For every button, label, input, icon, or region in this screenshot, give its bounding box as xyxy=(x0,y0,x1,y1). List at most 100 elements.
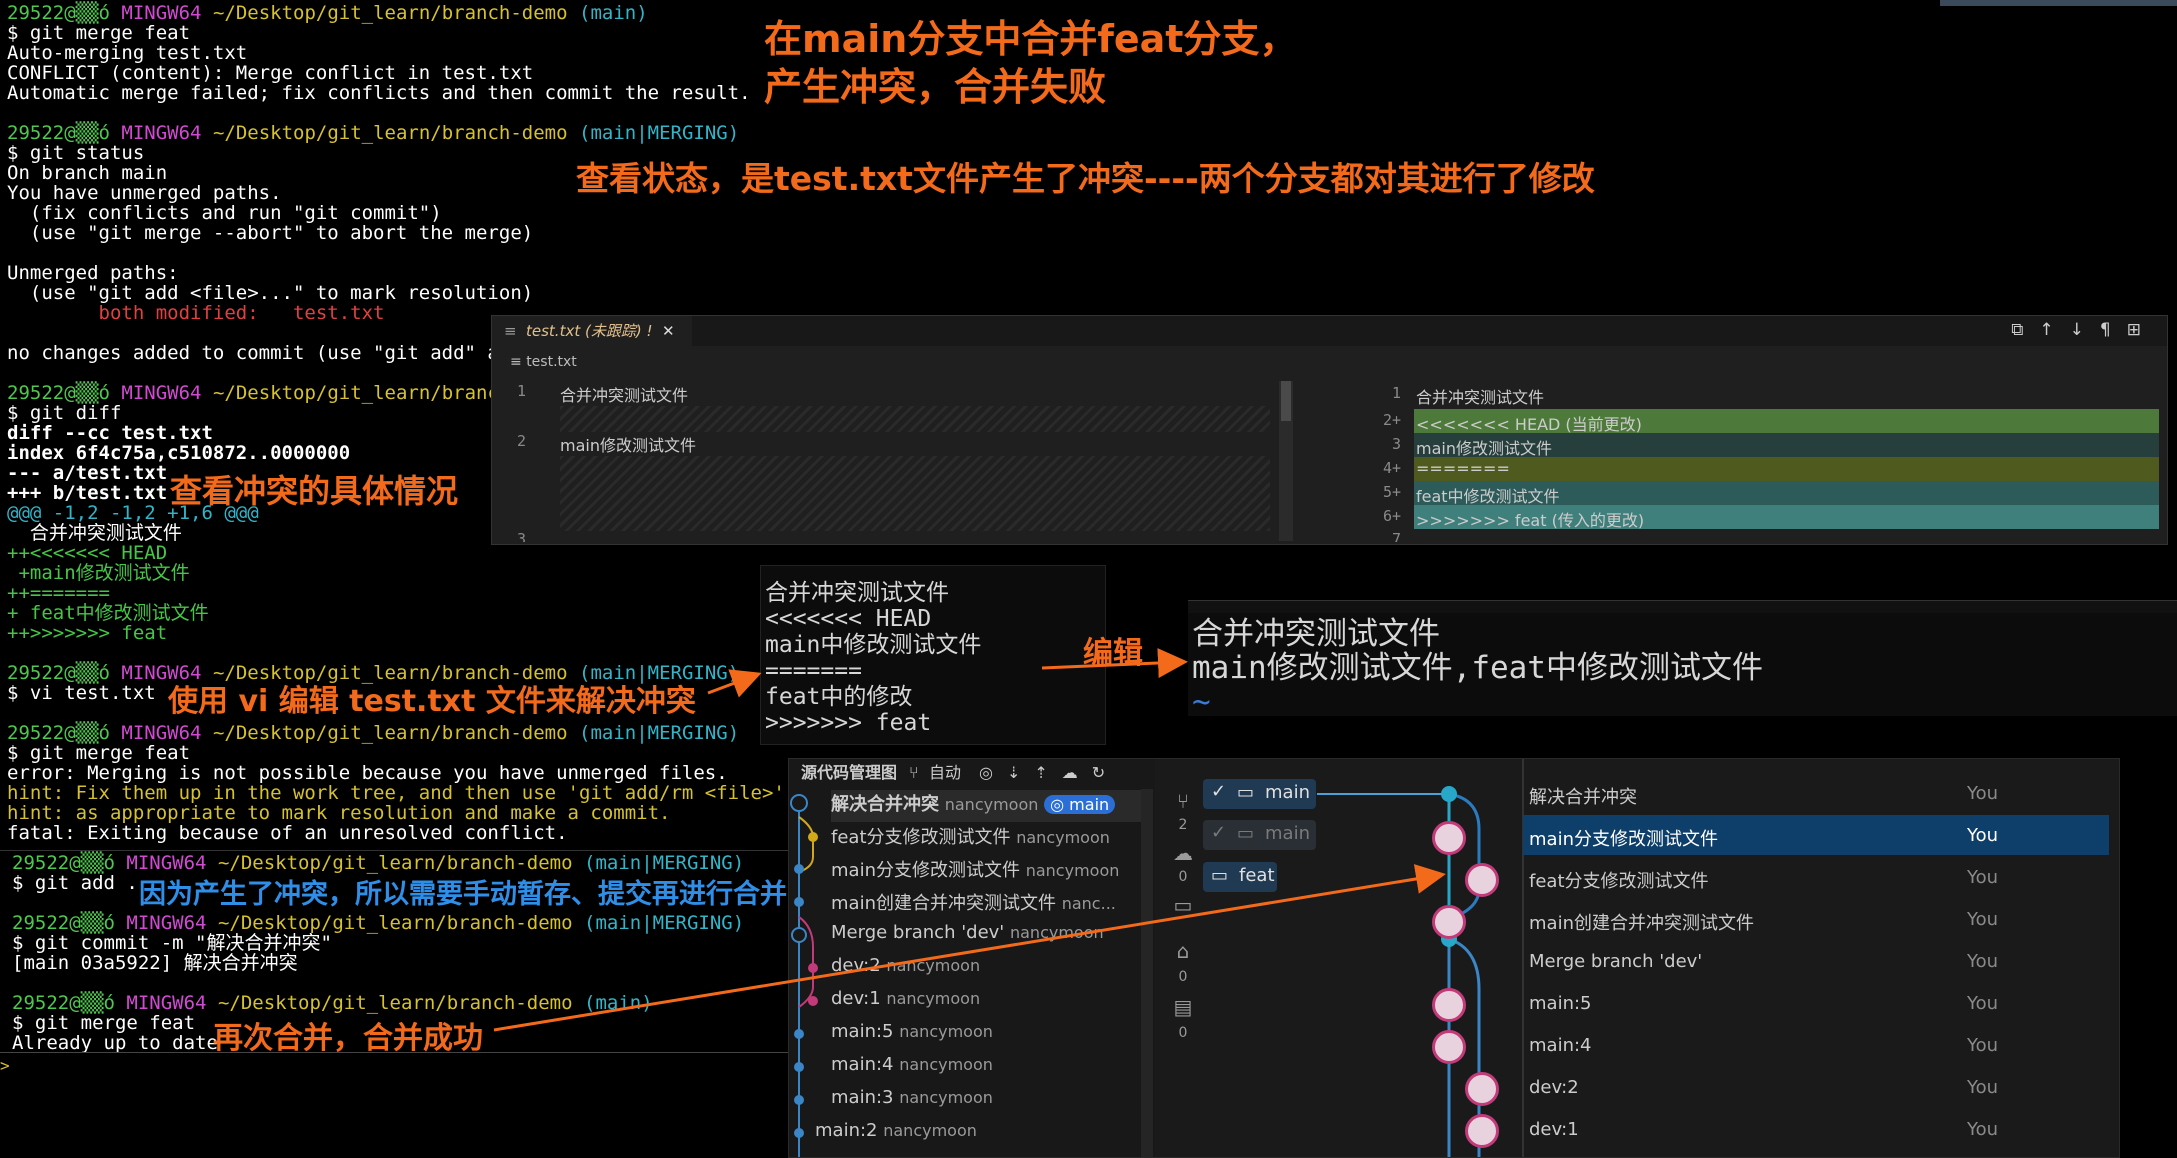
code-line: feat中修改测试文件 xyxy=(1416,487,1560,506)
output-line: no changes added to commit (use "git add… xyxy=(7,342,511,364)
code-line: main修改测试文件 xyxy=(1416,439,1552,458)
graph-row-selected[interactable]: main分支修改测试文件 You xyxy=(1523,815,2109,855)
output-line: Automatic merge failed; fix conflicts an… xyxy=(7,82,751,104)
close-icon[interactable]: ✕ xyxy=(662,316,675,346)
vi-line: >>>>>>> feat xyxy=(765,710,932,736)
diff-line: ++<<<<<<< HEAD xyxy=(7,542,168,564)
diff-editor[interactable]: ≡ test.txt (未跟踪) ! ✕ ⧉↑↓¶⊞ ≡ test.txt 1 … xyxy=(491,315,2168,545)
output-line: Auto-merging test.txt xyxy=(7,42,248,64)
prompt-line: 29522@▒▒ó MINGW64 ~/Desktop/git_learn/br… xyxy=(12,852,745,874)
breadcrumb[interactable]: ≡ test.txt xyxy=(510,354,577,370)
annotation-merge-success: 再次合并，合并成功 xyxy=(213,1021,483,1056)
diff-header: --- a/test.txt xyxy=(7,462,168,484)
breadcrumb-file: test.txt xyxy=(526,354,577,370)
annotation-diff: 查看冲突的具体情况 xyxy=(170,472,459,510)
output-line: (use "git merge --abort" to abort the me… xyxy=(7,222,534,244)
line-number: 2+ xyxy=(1382,411,1401,429)
annotation-vi: 使用 vi 编辑 test.txt 文件来解决冲突 xyxy=(168,684,696,719)
diff-line: ++>>>>>>> feat xyxy=(7,622,168,644)
diff-line: 合并冲突测试文件 xyxy=(7,522,182,544)
prompt-line: 29522@▒▒ó MINGW64 ~/Desktop/git_learn/br… xyxy=(12,992,653,1014)
hint-line: hint: Fix them up in the work tree, and … xyxy=(7,782,785,804)
graph-row[interactable]: dev:2 You xyxy=(1529,1067,2109,1107)
command-line: $ git commit -m "解决合并冲突" xyxy=(12,932,332,954)
vi-tilde: ~ xyxy=(1192,684,1211,720)
line-number: 3 xyxy=(1391,435,1401,453)
vi-line: ======= xyxy=(765,658,862,684)
graph-row[interactable]: feat分支修改测试文件 You xyxy=(1529,857,2109,897)
avatar xyxy=(1432,1030,1466,1064)
arrow-down-icon[interactable]: ↓ xyxy=(2070,320,2100,340)
editor-tab[interactable]: ≡ test.txt (未跟踪) ! ✕ xyxy=(492,316,692,346)
avatar xyxy=(1432,821,1466,855)
diff-line: +main修改测试文件 xyxy=(7,562,190,584)
code-line: main修改测试文件 xyxy=(560,436,696,455)
menu-icon: ≡ xyxy=(510,354,527,370)
output-line: Unmerged paths: xyxy=(7,262,179,284)
command-line: $ git merge feat xyxy=(7,742,191,764)
annotation-stage-commit: 因为产生了冲突，所以需要手动暂存、提交再进行合并 xyxy=(139,879,787,910)
diff-header: diff --cc test.txt xyxy=(7,422,213,444)
vi-line: main修改测试文件,feat中修改测试文件 xyxy=(1192,650,1763,686)
code-line: 合并冲突测试文件 xyxy=(1416,388,1545,407)
graph-row[interactable]: main创建合并冲突测试文件 You xyxy=(1529,899,2109,939)
output-line: CONFLICT (content): Merge conflict in te… xyxy=(7,62,534,84)
vi-line: feat中的修改 xyxy=(765,684,913,710)
tab-label: test.txt (未跟踪) ! xyxy=(526,322,653,340)
vi-buffer-before[interactable]: 合并冲突测试文件 <<<<<<< HEAD main中修改测试文件 ======… xyxy=(760,565,1106,745)
vi-buffer-after[interactable]: 合并冲突测试文件 main修改测试文件,feat中修改测试文件 ~ xyxy=(1188,600,2177,720)
code-line: 合并冲突测试文件 xyxy=(560,386,689,405)
line-number: 1 xyxy=(1391,384,1401,402)
annotation-edit: 编辑 xyxy=(1083,636,1143,671)
diff-line: + feat中修改测试文件 xyxy=(7,602,209,624)
diff-line: ++======= xyxy=(7,582,110,604)
diff-highlight xyxy=(1414,457,2159,481)
line-number: 1 xyxy=(516,382,526,400)
scrollbar[interactable] xyxy=(1279,381,1293,541)
line-number: 4+ xyxy=(1382,459,1401,477)
arrow-up-icon[interactable]: ↑ xyxy=(2039,320,2069,340)
diff-header: index 6f4c75a,c510872..0000000 xyxy=(7,442,351,464)
editor-toolbar: ⧉↑↓¶⊞ xyxy=(2011,320,2157,340)
menu-icon: ≡ xyxy=(504,322,517,340)
avatar xyxy=(1432,905,1466,939)
book-icon[interactable]: ⊞ xyxy=(2127,320,2157,340)
line-number: 6+ xyxy=(1382,507,1401,525)
prompt-line: 29522@▒▒ó MINGW64 ~/Desktop/git_learn/br… xyxy=(7,722,740,744)
command-line: $ git merge feat xyxy=(7,22,191,44)
prompt-line: 29522@▒▒ó MINGW64 ~/Desktop/git_learn/br… xyxy=(7,382,511,404)
line-number: 7 xyxy=(1391,530,1401,542)
command-line: $ git diff xyxy=(7,402,122,424)
graph-row[interactable]: main:4 You xyxy=(1529,1025,2109,1065)
graph-row[interactable]: Merge branch 'dev' You xyxy=(1529,941,2109,981)
open-file-icon[interactable]: ⧉ xyxy=(2011,320,2039,340)
fatal-line: fatal: Exiting because of an unresolved … xyxy=(7,822,568,844)
code-line: >>>>>>> feat (传入的更改) xyxy=(1416,511,1645,530)
vi-line: 合并冲突测试文件 xyxy=(765,580,949,606)
diff-header: +++ b/test.txt xyxy=(7,482,168,504)
vi-line: main中修改测试文件 xyxy=(765,632,982,658)
whitespace-icon[interactable]: ¶ xyxy=(2100,320,2127,340)
graph-row[interactable]: main:5 You xyxy=(1529,983,2109,1023)
annotation-status: 查看状态，是test.txt文件产生了冲突----两个分支都对其进行了修改 xyxy=(576,159,1595,198)
output-line: both modified: test.txt xyxy=(7,302,385,324)
line-number: 2 xyxy=(516,432,526,450)
line-number: 5+ xyxy=(1382,483,1401,501)
graph-row[interactable]: dev:1 You xyxy=(1529,1109,2109,1149)
code-line: ======= xyxy=(1416,459,1510,478)
command-line: $ vi test.txt xyxy=(7,682,156,704)
avatar xyxy=(1465,1114,1499,1148)
source-control-graph[interactable]: 源代码管理图 ⑂ 自动 ◎⇣⇡☁↻ 解决合并冲突 nancymoon ◎ mai… xyxy=(788,758,2120,1158)
annotation-merge-failed: 产生冲突，合并失败 xyxy=(764,65,1107,109)
editor-tab-bar: ≡ test.txt (未跟踪) ! ✕ ⧉↑↓¶⊞ xyxy=(492,316,2167,346)
prompt-line: 29522@▒▒ó MINGW64 ~/Desktop/git_learn/br… xyxy=(7,2,648,24)
prompt-line: 29522@▒▒ó MINGW64 ~/Desktop/git_learn/br… xyxy=(7,122,740,144)
error-line: error: Merging is not possible because y… xyxy=(7,762,728,784)
cursor-caret: > xyxy=(0,1056,10,1075)
code-line: <<<<<<< HEAD (当前更改) xyxy=(1416,415,1642,434)
output-line: On branch main xyxy=(7,162,168,184)
window-edge xyxy=(1940,0,2177,6)
command-line: $ git merge feat xyxy=(12,1012,196,1034)
vi-line: <<<<<<< HEAD xyxy=(765,606,932,632)
graph-row[interactable]: 解决合并冲突 You xyxy=(1529,773,2109,813)
